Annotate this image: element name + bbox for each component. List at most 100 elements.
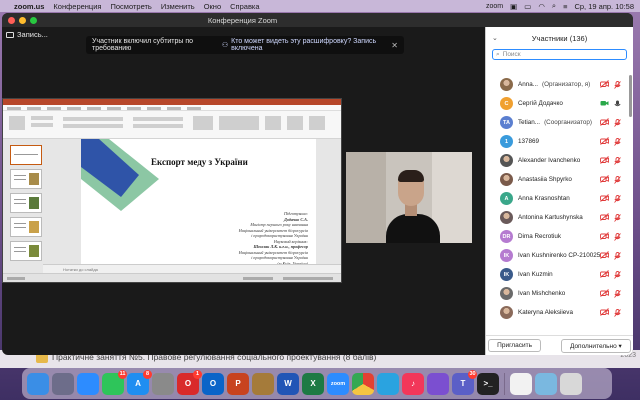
current-slide[interactable]: Експорт меду з України Підготувала: Дода… bbox=[81, 139, 316, 272]
shared-screen[interactable]: Експорт меду з України Підготувала: Дода… bbox=[2, 98, 342, 283]
preview-icon[interactable] bbox=[252, 372, 274, 395]
powerpoint-icon[interactable]: P bbox=[227, 372, 249, 395]
dock-icon-glyph: X bbox=[310, 379, 316, 388]
participants-list: Anna... (Организатор, я) С Сергій Додачко TA… bbox=[486, 75, 625, 322]
mic-off-icon bbox=[614, 232, 621, 241]
viber-icon[interactable] bbox=[427, 372, 449, 395]
menu-item-edit[interactable]: Изменить bbox=[161, 2, 195, 11]
facetime-icon[interactable]: 11 bbox=[102, 369, 127, 395]
terminal-icon[interactable]: >_ bbox=[477, 372, 499, 395]
chrome-icon[interactable] bbox=[352, 372, 374, 395]
participant-status-icons bbox=[600, 269, 621, 280]
control-center-icon[interactable]: ≡ bbox=[563, 2, 567, 11]
telegram-icon[interactable] bbox=[377, 372, 399, 395]
participant-name: Ivan Mishchenko bbox=[518, 290, 566, 297]
participant-row[interactable]: DR Dima Recrotiuk bbox=[486, 227, 625, 246]
zoom-status-text[interactable]: zoom bbox=[486, 3, 503, 10]
image-file-icon[interactable] bbox=[535, 372, 557, 395]
video-status-icon[interactable]: ▣ bbox=[510, 2, 517, 11]
avatar bbox=[500, 306, 513, 319]
slide-thumbnail[interactable] bbox=[10, 145, 42, 165]
dock-separator bbox=[504, 372, 505, 395]
menu-item-conference[interactable]: Конференция bbox=[53, 2, 101, 11]
participant-name: Dima Recrotiuk bbox=[518, 233, 562, 240]
participant-video[interactable] bbox=[346, 152, 472, 243]
excel-icon[interactable]: X bbox=[302, 372, 324, 395]
subtitle-link-text: Кто может видеть эту расшифровку? Запись… bbox=[231, 38, 377, 52]
video-off-icon bbox=[600, 269, 609, 280]
chevron-down-icon[interactable]: ⌄ bbox=[492, 34, 498, 42]
safari-icon[interactable] bbox=[77, 372, 99, 395]
avatar bbox=[500, 173, 513, 186]
close-icon[interactable]: ✕ bbox=[391, 41, 398, 50]
participant-status-icons bbox=[600, 307, 621, 318]
finder-icon[interactable] bbox=[27, 372, 49, 395]
participants-panel: ⌄ Участники (136) ⌕ Поиск Anna... (Органи… bbox=[485, 27, 633, 355]
avatar bbox=[500, 154, 513, 167]
music-icon[interactable]: ♪ bbox=[402, 372, 424, 395]
participant-row[interactable]: Ivan Mishchenko bbox=[486, 284, 625, 303]
menu-app-name[interactable]: zoom.us bbox=[14, 2, 44, 11]
zoom-window: Конференция Zoom Запись... Участник вклю… bbox=[2, 13, 633, 355]
participant-row[interactable]: TA Tetian... (Соорганизатор) bbox=[486, 113, 625, 132]
outlook-icon[interactable]: O bbox=[202, 372, 224, 395]
battery-icon[interactable]: ▭ bbox=[524, 2, 531, 11]
participant-status-icons bbox=[600, 79, 621, 90]
slide-thumbnail[interactable] bbox=[10, 169, 42, 189]
avatar: TA bbox=[500, 116, 513, 129]
participants-scrollbar[interactable] bbox=[629, 75, 632, 117]
app-store-icon[interactable]: A8 bbox=[127, 369, 152, 395]
slide-notes[interactable]: Нотатки до слайда bbox=[43, 264, 341, 273]
avatar: 1 bbox=[500, 135, 513, 148]
slide-thumbnail[interactable] bbox=[10, 241, 42, 261]
powerpoint-workspace: Експорт меду з України Підготувала: Дода… bbox=[3, 139, 341, 273]
menu-item-help[interactable]: Справка bbox=[230, 2, 259, 11]
participant-name: Ivan Kushnirenko CP-210025 bbox=[518, 252, 601, 259]
slide-thumbnail[interactable] bbox=[10, 217, 42, 237]
person-silhouette bbox=[386, 214, 440, 243]
avatar bbox=[500, 211, 513, 224]
zoom-icon[interactable]: zoom bbox=[327, 372, 349, 395]
avatar: С bbox=[500, 97, 513, 110]
wifi-icon[interactable]: ◠ bbox=[538, 2, 545, 11]
participants-search-input[interactable]: ⌕ Поиск bbox=[492, 49, 627, 60]
participant-row[interactable]: Kateryna Aleksiieva bbox=[486, 303, 625, 322]
settings-icon[interactable] bbox=[152, 372, 174, 395]
document-icon[interactable] bbox=[510, 372, 532, 395]
people-icon: ⚇ bbox=[221, 42, 229, 49]
subtitle-banner: Участник включил субтитры по требованию … bbox=[86, 36, 404, 54]
opera-icon[interactable]: O1 bbox=[177, 369, 202, 395]
launchpad-icon[interactable] bbox=[52, 372, 74, 395]
participant-name: Сергій Додачко bbox=[518, 100, 563, 107]
menu-item-window[interactable]: Окно bbox=[204, 2, 221, 11]
notification-badge: 8 bbox=[143, 369, 152, 379]
teams-icon[interactable]: T 30 bbox=[452, 369, 477, 395]
video-off-icon bbox=[600, 193, 609, 204]
menu-bar: zoom.us Конференция Посмотреть Изменить … bbox=[0, 0, 640, 12]
invite-button[interactable]: Пригласить bbox=[488, 339, 541, 352]
trash-icon[interactable] bbox=[560, 372, 582, 395]
more-button[interactable]: Дополнительно ▾ bbox=[560, 338, 631, 353]
recording-badge[interactable]: Запись... bbox=[6, 30, 48, 39]
mic-off-icon bbox=[614, 308, 621, 317]
subtitle-link[interactable]: ⚇ Кто может видеть эту расшифровку? Запи… bbox=[222, 38, 386, 52]
mic-off-icon bbox=[614, 156, 621, 165]
participant-row[interactable]: A Anna Krasnoshtan bbox=[486, 189, 625, 208]
participant-row[interactable]: Anna... (Организатор, я) bbox=[486, 75, 625, 94]
clock-text[interactable]: Ср, 19 апр. 10:58 bbox=[574, 2, 634, 11]
video-off-icon bbox=[600, 250, 609, 261]
participant-row[interactable]: Alexander Ivanchenko bbox=[486, 151, 625, 170]
menu-item-view[interactable]: Посмотреть bbox=[110, 2, 151, 11]
participant-row[interactable]: IK Ivan Kushnirenko CP-210025 bbox=[486, 246, 625, 265]
search-icon[interactable]: ⌕ bbox=[552, 1, 556, 11]
avatar bbox=[500, 287, 513, 300]
mic-on-icon bbox=[614, 100, 621, 108]
participant-row[interactable]: С Сергій Додачко bbox=[486, 94, 625, 113]
slide-thumbnail[interactable] bbox=[10, 193, 42, 213]
participant-row[interactable]: IK Ivan Kuzmin bbox=[486, 265, 625, 284]
participant-row[interactable]: Antonina Kartushynska bbox=[486, 208, 625, 227]
participant-row[interactable]: Anastasiia Shpyrko bbox=[486, 170, 625, 189]
dock-icon-glyph: >_ bbox=[483, 379, 493, 388]
word-icon[interactable]: W bbox=[277, 372, 299, 395]
participant-row[interactable]: 1 137869 bbox=[486, 132, 625, 151]
